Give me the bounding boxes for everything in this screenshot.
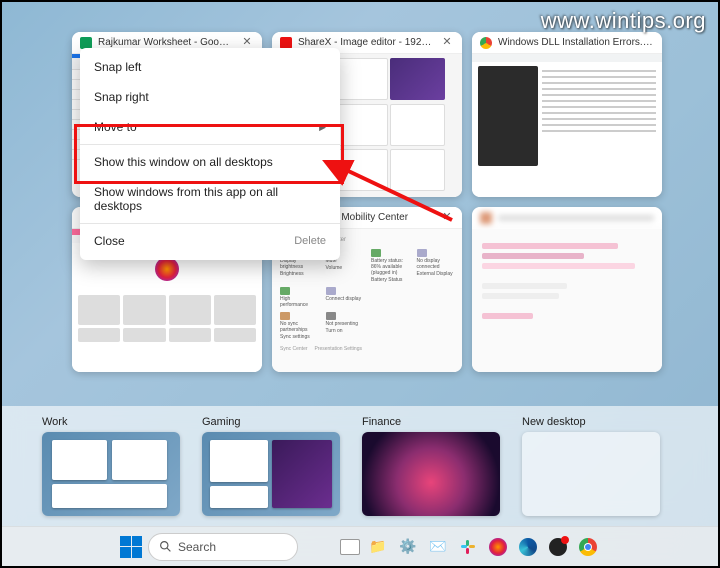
- menu-separator: [80, 144, 340, 145]
- task-view-window-blank[interactable]: [472, 207, 662, 372]
- desktop-label: Work: [42, 416, 180, 428]
- desktop-thumbnail: [42, 432, 180, 516]
- window-thumbnail: [472, 54, 662, 197]
- virtual-desktops-strip: Work Gaming Finance New desktop: [2, 406, 718, 526]
- desktop-thumbnail: [522, 432, 660, 516]
- taskbar: Search 📁 ⚙️ ✉️: [2, 526, 718, 566]
- chevron-right-icon: ▶: [319, 122, 326, 133]
- task-view-window-chrome[interactable]: Windows DLL Installation Errors. - Googl…: [472, 32, 662, 197]
- taskbar-app-edge[interactable]: [516, 535, 540, 559]
- menu-separator: [80, 223, 340, 224]
- sheets-icon: [80, 37, 92, 49]
- menu-show-window-all-desktops[interactable]: Show this window on all desktops: [80, 147, 340, 177]
- search-placeholder: Search: [178, 540, 216, 554]
- chrome-icon: [480, 37, 492, 49]
- start-button[interactable]: [120, 536, 142, 558]
- desktop-thumbnail: [202, 432, 340, 516]
- menu-snap-right[interactable]: Snap right: [80, 82, 340, 112]
- window-thumbnail: [472, 229, 662, 372]
- menu-move-to[interactable]: Move to▶: [80, 112, 340, 142]
- taskbar-app-firefox[interactable]: [486, 535, 510, 559]
- desktop-label: Finance: [362, 416, 500, 428]
- search-icon: [159, 540, 172, 553]
- taskbar-app-mail[interactable]: ✉️: [426, 535, 450, 559]
- taskbar-app-obs[interactable]: [546, 535, 570, 559]
- sharex-icon: [280, 37, 292, 49]
- desktop-thumbnail: [362, 432, 500, 516]
- desktop-label: Gaming: [202, 416, 340, 428]
- taskbar-app-slack[interactable]: [456, 535, 480, 559]
- window-title: ShareX - Image editor - 1920x1080: [298, 37, 434, 48]
- context-menu: Snap left Snap right Move to▶ Show this …: [80, 48, 340, 260]
- shortcut-label: Delete: [294, 235, 326, 247]
- menu-close[interactable]: CloseDelete: [80, 226, 340, 256]
- task-view-button[interactable]: [340, 539, 360, 555]
- menu-snap-left[interactable]: Snap left: [80, 52, 340, 82]
- virtual-desktop-work[interactable]: Work: [42, 416, 180, 516]
- close-icon[interactable]: ✕: [440, 36, 454, 50]
- desktop-label: New desktop: [522, 416, 660, 428]
- taskbar-app-chrome[interactable]: [576, 535, 600, 559]
- close-icon[interactable]: ✕: [440, 211, 454, 225]
- app-icon: [480, 212, 492, 224]
- window-title: Windows DLL Installation Errors. - Googl…: [498, 37, 654, 48]
- new-desktop-button[interactable]: New desktop: [522, 416, 660, 516]
- taskbar-app-explorer[interactable]: 📁: [366, 535, 390, 559]
- window-titlebar: Windows DLL Installation Errors. - Googl…: [472, 32, 662, 54]
- window-titlebar: [472, 207, 662, 229]
- window-title: Rajkumar Worksheet - Google Sheets - Goo…: [98, 37, 234, 48]
- search-input[interactable]: Search: [148, 533, 298, 561]
- virtual-desktop-finance[interactable]: Finance: [362, 416, 500, 516]
- virtual-desktop-gaming[interactable]: Gaming: [202, 416, 340, 516]
- watermark-text: www.wintips.org: [541, 8, 706, 34]
- taskbar-app-settings[interactable]: ⚙️: [396, 535, 420, 559]
- menu-show-app-all-desktops[interactable]: Show windows from this app on all deskto…: [80, 177, 340, 221]
